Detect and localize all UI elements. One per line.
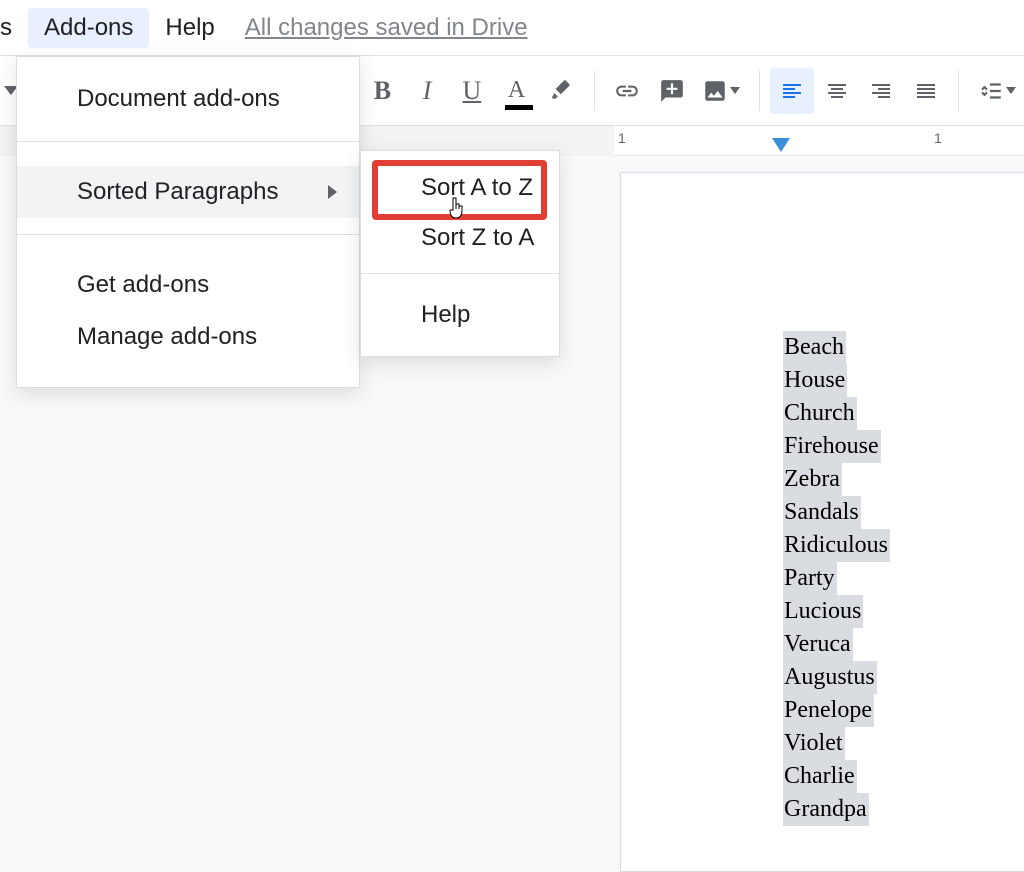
menu-item-label: Sorted Paragraphs [77, 178, 278, 206]
chevron-right-icon [328, 185, 337, 199]
doc-line: House [783, 364, 847, 397]
link-icon [614, 78, 640, 104]
menu-add-ons[interactable]: Add-ons [28, 8, 149, 48]
menu-document-addons[interactable]: Document add-ons [17, 73, 359, 125]
doc-line: Ridiculous [783, 529, 890, 562]
doc-line: Grandpa [783, 793, 869, 826]
align-center-icon [825, 79, 849, 103]
doc-line: Zebra [783, 463, 842, 496]
menu-truncated[interactable]: s [0, 8, 28, 48]
saved-status[interactable]: All changes saved in Drive [245, 14, 528, 42]
doc-line: Penelope [783, 694, 874, 727]
italic-button[interactable]: I [405, 68, 450, 114]
line-spacing-button[interactable] [969, 68, 1023, 114]
align-right-button[interactable] [859, 68, 904, 114]
doc-line: Lucious [783, 595, 863, 628]
menu-divider [17, 141, 359, 142]
doc-line: Beach [783, 331, 846, 364]
insert-link-button[interactable] [605, 68, 650, 114]
menu-addon-help[interactable]: Help [361, 290, 559, 340]
align-right-icon [869, 79, 893, 103]
chevron-down-icon [730, 87, 740, 94]
align-center-button[interactable] [814, 68, 859, 114]
doc-line: Sandals [783, 496, 861, 529]
doc-line: Charlie [783, 760, 857, 793]
bold-button[interactable]: B [360, 68, 405, 114]
document-page[interactable]: Beach House Church Firehouse Zebra Sanda… [620, 172, 1024, 872]
sorted-paragraphs-submenu: Sort A to Z Sort Z to A Help [360, 150, 560, 357]
menu-manage-addons[interactable]: Manage add-ons [17, 311, 359, 363]
comment-icon [659, 78, 685, 104]
doc-line: Violet [783, 727, 845, 760]
insert-image-button[interactable] [694, 68, 748, 114]
highlight-button[interactable] [539, 68, 584, 114]
menu-help[interactable]: Help [149, 8, 230, 48]
ruler-indent-marker[interactable] [772, 138, 790, 152]
text-color-button[interactable]: A [494, 68, 539, 114]
toolbar-separator [759, 71, 760, 111]
chevron-down-icon [1006, 87, 1016, 94]
menu-divider [361, 273, 559, 274]
align-justify-button[interactable] [904, 68, 949, 114]
align-left-button[interactable] [770, 68, 815, 114]
add-comment-button[interactable] [649, 68, 694, 114]
line-spacing-icon [978, 78, 1004, 104]
menubar: s Add-ons Help All changes saved in Driv… [0, 0, 1024, 56]
menu-divider [17, 234, 359, 235]
align-left-icon [780, 79, 804, 103]
doc-line: Firehouse [783, 430, 881, 463]
image-icon [702, 78, 728, 104]
toolbar-separator [594, 71, 595, 111]
doc-line: Augustus [783, 661, 877, 694]
menu-sort-a-to-z[interactable]: Sort A to Z [361, 163, 559, 213]
menu-get-addons[interactable]: Get add-ons [17, 259, 359, 311]
align-justify-icon [914, 79, 938, 103]
doc-line: Church [783, 397, 857, 430]
highlighter-icon [548, 78, 574, 104]
doc-line: Party [783, 562, 837, 595]
menu-sorted-paragraphs[interactable]: Sorted Paragraphs [17, 166, 359, 218]
doc-line: Veruca [783, 628, 853, 661]
document-text[interactable]: Beach House Church Firehouse Zebra Sanda… [783, 331, 890, 826]
menu-sort-z-to-a[interactable]: Sort Z to A [361, 213, 559, 263]
toolbar-separator [958, 71, 959, 111]
ruler-tick: 1 [934, 130, 942, 146]
underline-button[interactable]: U [449, 68, 494, 114]
addons-dropdown: Document add-ons Sorted Paragraphs Get a… [16, 56, 360, 388]
ruler-tick: 1 [618, 130, 626, 146]
